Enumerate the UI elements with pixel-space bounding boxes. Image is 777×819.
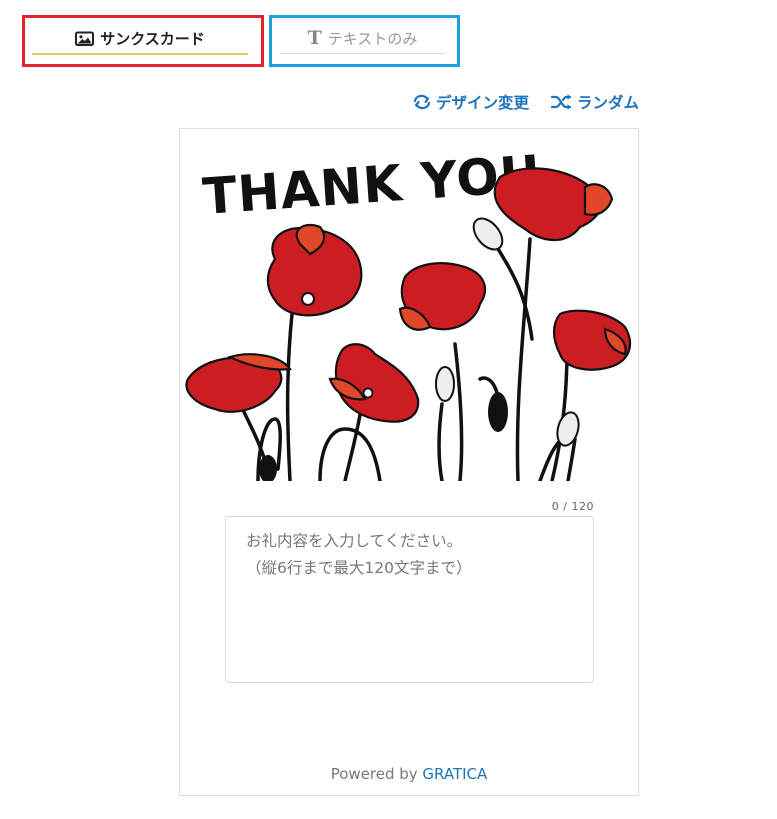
powered-by: Powered by GRATICA	[180, 765, 638, 783]
card-actions: デザイン変更 ランダム	[412, 91, 639, 113]
poppy-illustration: THANK YOU	[185, 144, 632, 481]
tab-thanks-card-inner: サンクスカード	[32, 24, 248, 55]
image-icon	[75, 31, 95, 46]
tab-text-only-inner: T テキストのみ	[280, 24, 445, 54]
powered-by-prefix: Powered by	[330, 765, 423, 783]
tab-text-only[interactable]: T テキストのみ	[269, 15, 460, 67]
text-t-icon: T	[307, 27, 322, 49]
random-button[interactable]: ランダム	[550, 91, 639, 113]
random-label: ランダム	[576, 94, 639, 112]
message-input[interactable]	[225, 516, 594, 683]
tab-thanks-card-label: サンクスカード	[100, 30, 205, 48]
tab-text-only-label: テキストのみ	[327, 30, 418, 48]
gratica-link[interactable]: GRATICA	[422, 765, 487, 783]
tab-thanks-card[interactable]: サンクスカード	[22, 15, 264, 67]
shuffle-icon	[550, 94, 572, 110]
card-headline: THANK YOU	[201, 144, 543, 226]
refresh-icon	[413, 94, 431, 110]
thanks-card-preview: THANK YOU 0 / 120 お礼内容を入力してください。 （縦6行まで最…	[179, 128, 639, 796]
change-design-button[interactable]: デザイン変更	[412, 91, 529, 113]
character-counter: 0 / 120	[551, 500, 594, 513]
change-design-label: デザイン変更	[435, 94, 529, 112]
